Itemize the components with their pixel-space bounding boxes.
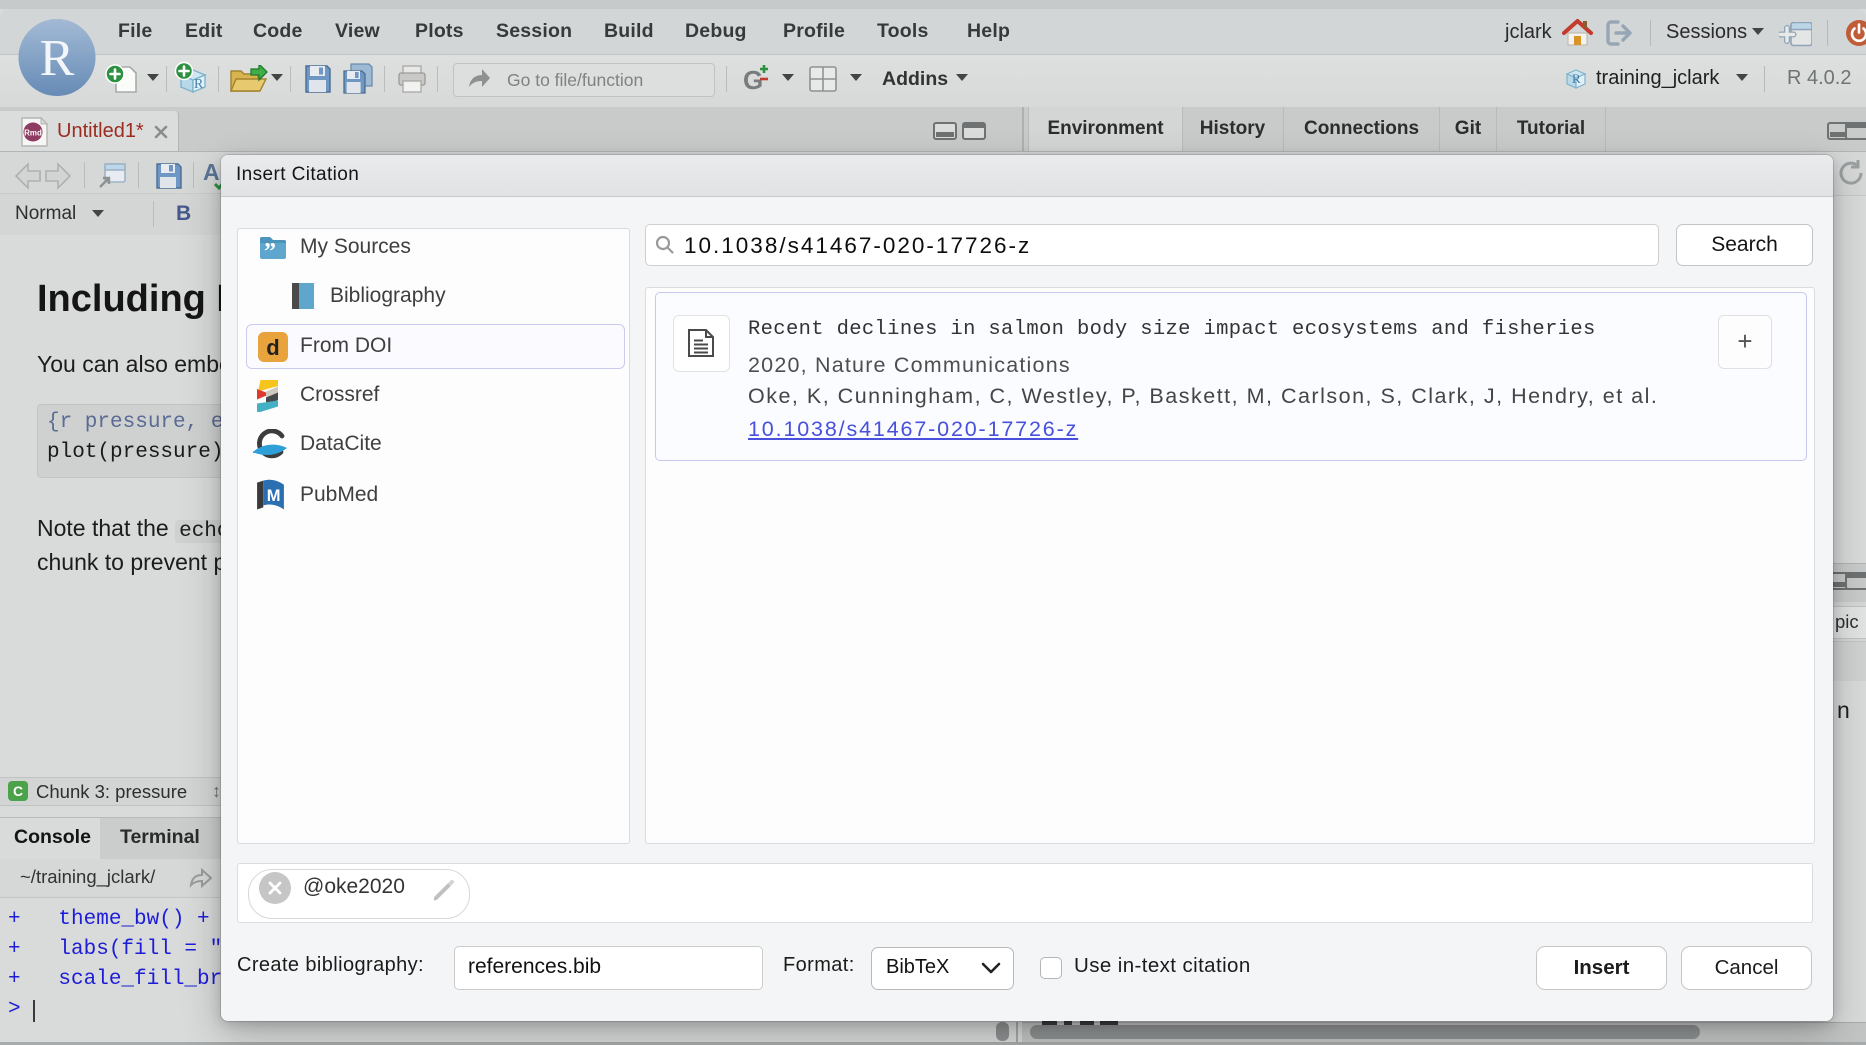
svg-text:Rmd: Rmd bbox=[24, 129, 42, 138]
svg-text:R: R bbox=[40, 30, 75, 87]
svg-text:d: d bbox=[266, 335, 279, 360]
svg-text:C: C bbox=[13, 783, 23, 799]
svg-text:”: ” bbox=[264, 239, 276, 261]
svg-text:M: M bbox=[267, 487, 281, 505]
svg-text:R: R bbox=[194, 77, 204, 92]
svg-text:R: R bbox=[1572, 71, 1581, 86]
svg-text:A: A bbox=[203, 159, 220, 185]
